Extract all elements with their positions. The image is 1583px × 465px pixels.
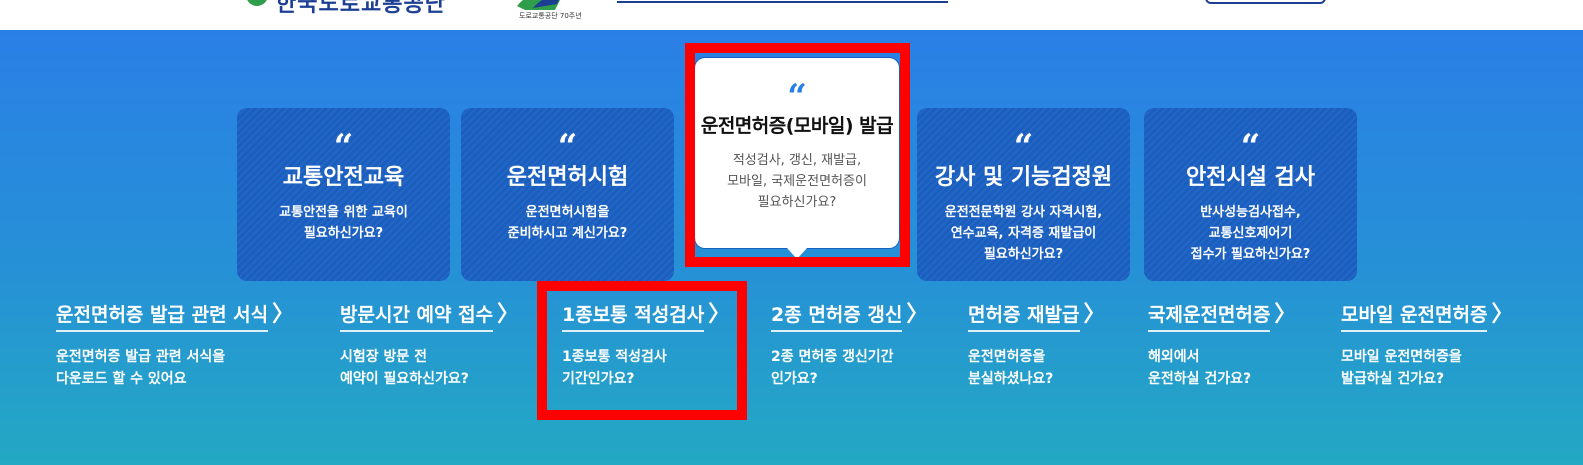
link-description: 모바일 운전면허증을 발급하실 건가요? xyxy=(1341,349,1462,387)
card-description: 교통안전을 위한 교육이 필요하신가요? xyxy=(279,205,408,241)
link-title[interactable]: 면허증 재발급 xyxy=(968,300,1080,332)
service-hero: “ 교통안전교육 교통안전을 위한 교육이 필요하신가요? “ 운전면허시험 운… xyxy=(0,30,1583,465)
anniversary-label: 도로교통공단 70주년 xyxy=(519,12,582,20)
active-card-pointer xyxy=(787,248,807,259)
link-description: 시험장 방문 전 예약이 필요하신가요? xyxy=(340,349,469,387)
link-title[interactable]: 2종 면허증 갱신 xyxy=(771,300,903,332)
link-class2-renewal[interactable]: 2종 면허증 갱신 〉 2종 면허증 갱신기간 인가요? xyxy=(771,300,928,390)
card-description: 운전전문학원 강사 자격시험, 연수교육, 자격증 재발급이 필요하신가요? xyxy=(944,205,1103,262)
quote-icon: “ xyxy=(1240,127,1261,167)
search-input-underline[interactable] xyxy=(617,1,948,3)
link-international-license[interactable]: 국제운전면허증 〉 해외에서 운전하실 건가요? xyxy=(1148,300,1296,390)
card-safety-facility-inspection[interactable]: “ 안전시설 검사 반사성능검사접수, 교통신호제어기 접수가 필요하신가요? xyxy=(1144,108,1357,281)
chevron-right-icon: 〉 xyxy=(708,302,731,327)
quote-icon: “ xyxy=(1013,127,1034,167)
card-description: 반사성능검사접수, 교통신호제어기 접수가 필요하신가요? xyxy=(1190,205,1311,262)
chevron-right-icon: 〉 xyxy=(1491,302,1514,327)
card-title: 운전면허증(모바일) 발급 xyxy=(700,115,894,137)
card-title: 교통안전교육 xyxy=(282,165,405,190)
link-title[interactable]: 국제운전면허증 xyxy=(1148,300,1271,332)
link-license-forms[interactable]: 운전면허증 발급 관련 서식 〉 운전면허증 발급 관련 서식을 다운로드 할 수… xyxy=(56,300,294,390)
anniversary-70-icon xyxy=(517,0,560,10)
card-license-issuance-mobile[interactable]: “ 운전면허증(모바일) 발급 적성검사, 갱신, 재발급, 모바일, 국제운전… xyxy=(695,58,899,259)
card-title: 강사 및 기능검정원 xyxy=(934,165,1113,190)
link-title[interactable]: 1종보통 적성검사 xyxy=(562,300,705,332)
link-mobile-license[interactable]: 모바일 운전면허증 〉 모바일 운전면허증을 발급하실 건가요? xyxy=(1341,300,1513,390)
link-description: 2종 면허증 갱신기간 인가요? xyxy=(771,349,894,387)
card-description: 운전면허시험을 준비하시고 계신가요? xyxy=(507,205,628,241)
chevron-right-icon: 〉 xyxy=(906,302,929,327)
chevron-right-icon: 〉 xyxy=(497,302,520,327)
site-logo[interactable]: 한국도로교통공단 xyxy=(276,0,446,18)
chevron-right-icon: 〉 xyxy=(272,302,295,327)
link-title[interactable]: 모바일 운전면허증 xyxy=(1341,300,1488,332)
quote-icon: “ xyxy=(333,127,354,167)
chevron-right-icon: 〉 xyxy=(1083,302,1106,327)
link-description: 해외에서 운전하실 건가요? xyxy=(1148,349,1252,387)
chevron-right-icon: 〉 xyxy=(1274,302,1297,327)
card-description: 적성검사, 갱신, 재발급, 모바일, 국제운전면허증이 필요하신가요? xyxy=(727,153,867,210)
site-header: 한국도로교통공단 도로교통공단 70주년 xyxy=(0,0,1583,30)
card-traffic-safety-education[interactable]: “ 교통안전교육 교통안전을 위한 교육이 필요하신가요? xyxy=(237,108,450,281)
link-description: 1종보통 적성검사 기간인가요? xyxy=(562,349,667,387)
link-visit-reservation[interactable]: 방문시간 예약 접수 〉 시험장 방문 전 예약이 필요하신가요? xyxy=(340,300,519,390)
card-license-exam[interactable]: “ 운전면허시험 운전면허시험을 준비하시고 계신가요? xyxy=(461,108,674,281)
quote-icon: “ xyxy=(557,127,578,167)
header-button[interactable] xyxy=(1205,0,1326,4)
link-class1-aptitude-test[interactable]: 1종보통 적성검사 〉 1종보통 적성검사 기간인가요? xyxy=(562,300,730,390)
link-title[interactable]: 운전면허증 발급 관련 서식 xyxy=(56,300,269,332)
quote-icon: “ xyxy=(787,77,807,117)
link-description: 운전면허증을 분실하셨나요? xyxy=(968,349,1054,387)
link-title[interactable]: 방문시간 예약 접수 xyxy=(340,300,494,332)
card-instructor-examiner[interactable]: “ 강사 및 기능검정원 운전전문학원 강사 자격시험, 연수교육, 자격증 재… xyxy=(917,108,1130,281)
link-description: 운전면허증 발급 관련 서식을 다운로드 할 수 있어요 xyxy=(56,349,226,387)
card-title: 안전시설 검사 xyxy=(1185,165,1316,190)
link-license-reissue[interactable]: 면허증 재발급 〉 운전면허증을 분실하셨나요? xyxy=(968,300,1106,390)
card-title: 운전면허시험 xyxy=(506,165,629,190)
logo-leaf-icon xyxy=(246,0,268,6)
